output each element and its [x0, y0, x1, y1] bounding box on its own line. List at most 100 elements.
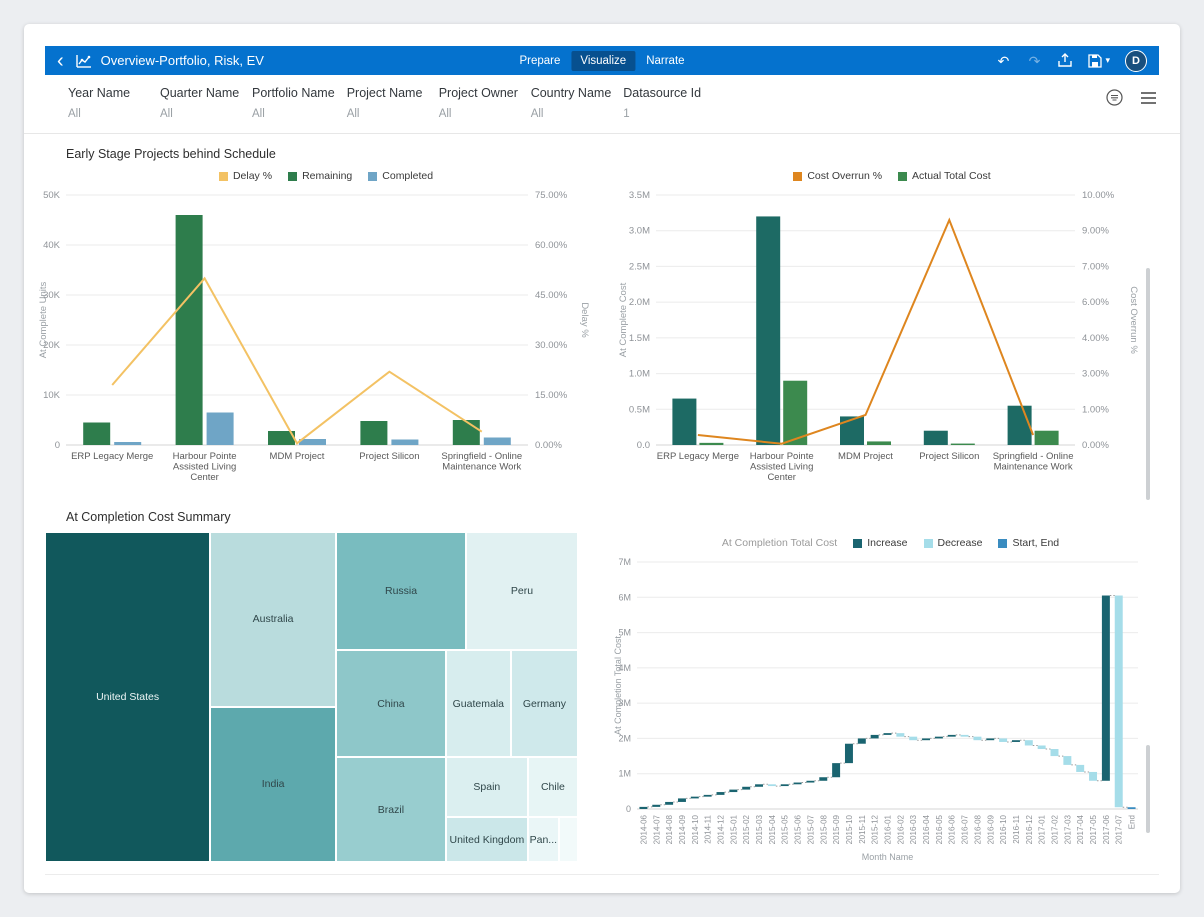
- treemap-tile-united-kingdom[interactable]: United Kingdom: [446, 817, 528, 862]
- waterfall-bar[interactable]: [1063, 756, 1071, 765]
- bar-at-complete-cost[interactable]: [672, 399, 696, 445]
- avatar[interactable]: D: [1125, 50, 1147, 72]
- waterfall-bar[interactable]: [806, 781, 814, 783]
- waterfall-bar[interactable]: [922, 738, 930, 740]
- waterfall-bar[interactable]: [961, 735, 969, 737]
- waterfall-bar[interactable]: [639, 807, 647, 809]
- country-treemap[interactable]: United StatesAustraliaIndiaRussiaPeruChi…: [45, 532, 578, 862]
- combo-chart-cost[interactable]: 0.00.00%0.5M1.00%1.0M3.00%1.5M4.00%2.0M6…: [616, 187, 1168, 497]
- bar-remaining[interactable]: [83, 423, 110, 446]
- undo-icon[interactable]: ↶: [995, 52, 1011, 70]
- filter-project-name[interactable]: Project Name All: [347, 86, 427, 120]
- waterfall-bar[interactable]: [1038, 745, 1046, 749]
- waterfall-bar[interactable]: [1115, 596, 1123, 808]
- combo-chart-schedule[interactable]: 00.00%10K15.00%20K30.00%30K45.00%40K60.0…: [36, 187, 616, 497]
- bar-completed[interactable]: [114, 442, 141, 445]
- waterfall-bar[interactable]: [845, 744, 853, 763]
- tab-narrate[interactable]: Narrate: [637, 51, 693, 71]
- bar-completed[interactable]: [391, 440, 418, 446]
- bar-remaining[interactable]: [176, 215, 203, 445]
- bar-completed[interactable]: [207, 413, 234, 446]
- waterfall-bar[interactable]: [729, 790, 737, 792]
- waterfall-bar[interactable]: [1051, 749, 1059, 756]
- treemap-tile-australia[interactable]: Australia: [210, 532, 336, 707]
- treemap-tile-russia[interactable]: Russia: [336, 532, 466, 650]
- waterfall-bar[interactable]: [973, 737, 981, 741]
- waterfall-bar[interactable]: [768, 784, 776, 786]
- waterfall-bar[interactable]: [909, 737, 917, 741]
- legend-item-completed[interactable]: Completed: [368, 170, 433, 182]
- scrollbar-thumb[interactable]: [1146, 268, 1150, 500]
- waterfall-bar[interactable]: [858, 738, 866, 743]
- waterfall-bar[interactable]: [948, 735, 956, 737]
- waterfall-bar[interactable]: [1089, 772, 1097, 781]
- waterfall-bar[interactable]: [1128, 807, 1136, 809]
- waterfall-bar[interactable]: [742, 787, 750, 790]
- waterfall-bar[interactable]: [794, 783, 802, 785]
- waterfall-bar[interactable]: [871, 735, 879, 739]
- treemap-tile-united-states[interactable]: United States: [45, 532, 210, 862]
- treemap-tile-china[interactable]: China: [336, 650, 446, 757]
- bar-completed[interactable]: [484, 438, 511, 446]
- bar-at-complete-cost[interactable]: [756, 216, 780, 445]
- legend-item-actual-total-cost[interactable]: Actual Total Cost: [898, 170, 991, 182]
- bar-actual-total-cost[interactable]: [867, 441, 891, 445]
- waterfall-bar[interactable]: [935, 737, 943, 739]
- legend-item-remaining[interactable]: Remaining: [288, 170, 352, 182]
- filter-country-name[interactable]: Country Name All: [531, 86, 612, 120]
- redo-icon[interactable]: ↷: [1026, 52, 1042, 70]
- treemap-tile-pan[interactable]: Pan...: [528, 817, 559, 862]
- waterfall-bar[interactable]: [832, 763, 840, 777]
- waterfall-chart[interactable]: 01M2M3M4M5M6M7M2014-062014-072014-082014…: [613, 554, 1168, 864]
- filter-year-name[interactable]: Year Name All: [68, 86, 148, 120]
- legend-item-start-end[interactable]: Start, End: [998, 537, 1059, 549]
- filter-controls-icon[interactable]: [1106, 89, 1123, 106]
- scrollbar-thumb[interactable]: [1146, 745, 1150, 833]
- waterfall-bar[interactable]: [986, 738, 994, 740]
- filter-datasource-id[interactable]: Datasource Id 1: [623, 86, 703, 120]
- bar-at-complete-cost[interactable]: [840, 416, 864, 445]
- waterfall-bar[interactable]: [1025, 740, 1033, 745]
- line-delay[interactable]: [112, 278, 482, 443]
- treemap-tile-brazil[interactable]: Brazil: [336, 757, 446, 862]
- filter-portfolio-name[interactable]: Portfolio Name All: [252, 86, 335, 120]
- legend-item-delay[interactable]: Delay %: [219, 170, 272, 182]
- bar-at-complete-cost[interactable]: [1008, 406, 1032, 445]
- line-cost-overrun[interactable]: [698, 220, 1033, 444]
- waterfall-bar[interactable]: [665, 802, 673, 805]
- waterfall-bar[interactable]: [717, 792, 725, 795]
- back-button[interactable]: ‹: [57, 50, 64, 72]
- bar-at-complete-cost[interactable]: [924, 431, 948, 445]
- share-icon[interactable]: [1057, 52, 1073, 70]
- bar-actual-total-cost[interactable]: [1035, 431, 1059, 445]
- waterfall-bar[interactable]: [678, 798, 686, 802]
- bar-remaining[interactable]: [360, 421, 387, 445]
- menu-icon[interactable]: [1141, 92, 1156, 104]
- tab-prepare[interactable]: Prepare: [510, 51, 569, 71]
- legend-item-decrease[interactable]: Decrease: [924, 537, 983, 549]
- bar-actual-total-cost[interactable]: [699, 443, 723, 445]
- waterfall-bar[interactable]: [755, 784, 763, 786]
- waterfall-bar[interactable]: [691, 797, 699, 799]
- tab-visualize[interactable]: Visualize: [571, 51, 635, 71]
- filter-quarter-name[interactable]: Quarter Name All: [160, 86, 240, 120]
- treemap-tile-peru[interactable]: Peru: [466, 532, 578, 650]
- waterfall-bar[interactable]: [884, 733, 892, 735]
- waterfall-bar[interactable]: [1012, 740, 1020, 742]
- waterfall-bar[interactable]: [781, 784, 789, 786]
- bar-remaining[interactable]: [453, 420, 480, 445]
- treemap-tile-germany[interactable]: Germany: [511, 650, 578, 757]
- treemap-tile[interactable]: [559, 817, 578, 862]
- treemap-tile-guatemala[interactable]: Guatemala: [446, 650, 511, 757]
- treemap-tile-chile[interactable]: Chile: [528, 757, 578, 817]
- waterfall-bar[interactable]: [1102, 596, 1110, 781]
- waterfall-bar[interactable]: [652, 805, 660, 807]
- treemap-tile-spain[interactable]: Spain: [446, 757, 528, 817]
- waterfall-bar[interactable]: [999, 738, 1007, 742]
- waterfall-bar[interactable]: [896, 733, 904, 737]
- legend-item-cost-overrun[interactable]: Cost Overrun %: [793, 170, 882, 182]
- waterfall-bar[interactable]: [704, 795, 712, 797]
- bar-actual-total-cost[interactable]: [951, 444, 975, 445]
- waterfall-bar[interactable]: [1076, 765, 1084, 772]
- filter-project-owner[interactable]: Project Owner All: [439, 86, 519, 120]
